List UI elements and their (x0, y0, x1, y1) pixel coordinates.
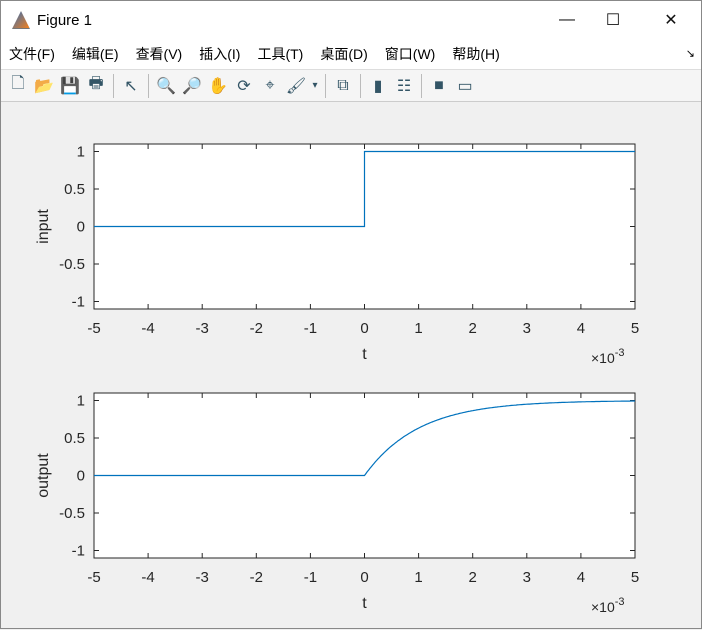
y-tick-label: -1 (72, 294, 85, 311)
y-tick-label: 0 (77, 468, 85, 485)
x-axis-label: t (362, 346, 367, 363)
y-tick-label: 1 (77, 393, 85, 410)
y-tick-label: 1 (77, 144, 85, 161)
x-tick-label: 1 (414, 320, 422, 337)
x-tick-label: 5 (631, 320, 639, 337)
x-tick-label: 3 (523, 569, 531, 586)
x-tick-label: 4 (577, 569, 585, 586)
x-tick-label: 5 (631, 569, 639, 586)
y-axis-label: output (35, 453, 52, 498)
x-tick-label: 0 (360, 569, 368, 586)
y-tick-label: 0 (77, 219, 85, 236)
figure-canvas: -5 -4 -3 -2 -1 0 1 2 3 4 510.50-0.5-1tinput×10-3-5… (35, 143, 639, 616)
x-tick-label: 2 (469, 320, 477, 337)
y-tick-label: 0.5 (64, 430, 85, 447)
x-tick-label: -4 (141, 569, 154, 586)
x-tick-label: 1 (414, 569, 422, 586)
x-tick-label: -2 (250, 569, 263, 586)
y-tick-label: -0.5 (59, 505, 85, 522)
x-tick-label: -3 (196, 569, 209, 586)
x-tick-label: 4 (577, 320, 585, 337)
x-exponent-label: ×10-3 (591, 347, 625, 366)
x-tick-label: -5 (87, 320, 100, 337)
x-tick-label: -1 (304, 569, 317, 586)
x-tick-label: -3 (196, 320, 209, 337)
x-tick-label: 2 (469, 569, 477, 586)
x-tick-label: -5 (87, 569, 100, 586)
x-tick-label: 0 (360, 320, 368, 337)
x-axis-label: t (362, 595, 367, 612)
axes-input[interactable]: -5 -4 -3 -2 -1 0 1 2 3 4 5 1 0.5 0 -0.5 -1 t input ×10-3 (35, 143, 639, 367)
x-tick-label: -2 (250, 320, 263, 337)
x-exponent-label: ×10-3 (591, 596, 625, 615)
x-tick-label: -1 (304, 320, 317, 337)
x-tick-label: -4 (141, 320, 154, 337)
x-tick-label: 3 (523, 320, 531, 337)
y-axis-label: input (35, 209, 52, 244)
y-tick-label: -1 (72, 543, 85, 560)
axes-output[interactable]: -5 -4 -3 -2 -1 0 1 2 3 4 5 1 0.5 0 -0.5 -1 t output ×10-3 (35, 392, 639, 616)
y-tick-label: -0.5 (59, 256, 85, 273)
y-tick-label: 0.5 (64, 181, 85, 198)
